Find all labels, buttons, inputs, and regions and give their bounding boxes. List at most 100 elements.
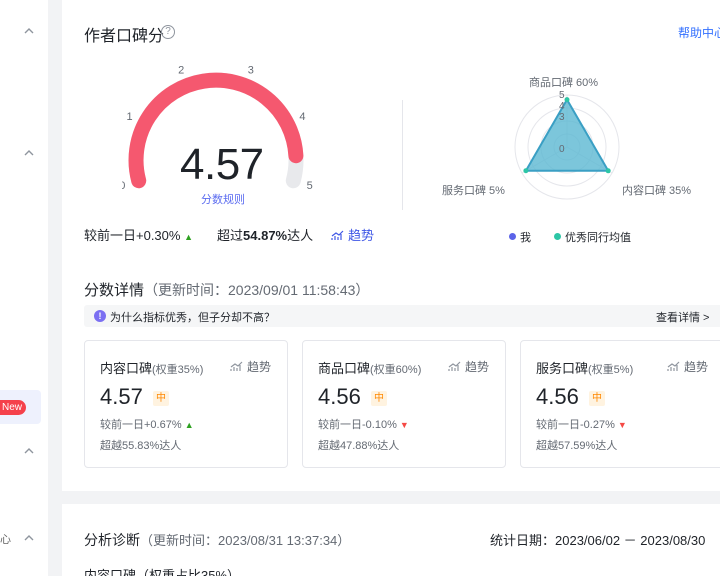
card-title: 服务口碑(权重5%)	[536, 358, 633, 377]
reputation-title: 作者口碑分	[84, 28, 165, 45]
notice-text: 为什么指标优秀，但子分却不高？	[110, 312, 275, 324]
details-title: 分数详情（更新时间：2023/09/01 11:58:43）	[84, 279, 369, 300]
radar-tick-label: 4	[559, 101, 565, 112]
card-change: 较前一日-0.10% ▼	[318, 416, 409, 432]
radar-point	[523, 168, 529, 174]
diagnosis-title: 分析诊断（更新时间：2023/08/31 13:37:34）	[84, 530, 350, 550]
card-trend-button[interactable]: 趋势	[448, 358, 489, 375]
card-title-text: 服务口碑	[536, 361, 589, 376]
card-content-reputation: 内容口碑(权重35%) 趋势 4.57 中 较前一日+0.67% ▲ 超越55.…	[84, 340, 288, 468]
card-service-reputation: 服务口碑(权重5%) 趋势 4.56 中 较前一日-0.27% ▼ 超越57.5…	[520, 340, 720, 468]
score-rules-link[interactable]: 分数规则	[201, 191, 245, 207]
radar-tick-label: 5	[559, 90, 565, 101]
radar-tick-label: 0	[559, 144, 565, 155]
radar-axis-label: 内容口碑 35%	[622, 185, 692, 197]
trend-icon	[230, 361, 243, 371]
arrow-down-icon: ▼	[399, 420, 409, 430]
radar-chart: 543 0	[514, 90, 620, 200]
card-trend-button[interactable]: 趋势	[667, 358, 708, 375]
radar-point	[564, 97, 570, 103]
daily-change-text: 较前一日+0.30%	[84, 228, 181, 243]
gauge-tick-label: 1	[127, 111, 133, 123]
card-title: 内容口碑(权重35%)	[100, 358, 203, 377]
new-badge: New	[0, 400, 27, 415]
diagnosis-panel: 分析诊断（更新时间：2023/08/31 13:37:34） 统计日期：2023…	[62, 504, 720, 576]
help-center-link[interactable]: 帮助中心	[678, 24, 720, 41]
legend-item-me[interactable]: 我	[509, 229, 531, 245]
legend-label: 我	[520, 232, 531, 244]
view-details-link[interactable]: 查看详情 >	[656, 309, 709, 325]
sidebar: New 心	[0, 0, 48, 576]
card-change-text: 较前一日-0.10%	[318, 419, 397, 431]
radar-series-me	[524, 97, 610, 172]
score-value: 4.57	[180, 140, 264, 189]
diagnosis-title-text: 分析诊断	[84, 532, 140, 548]
gauge-tick-label: 5	[307, 180, 313, 192]
notice-bar: ! 为什么指标优秀，但子分却不高？ 查看详情 >	[84, 305, 720, 327]
trend-icon	[667, 361, 680, 371]
stat-date-range[interactable]: 统计日期：2023/06/02 － 2023/08/30	[490, 530, 705, 549]
details-title-text: 分数详情	[84, 282, 145, 299]
card-weight: (权重60%)	[370, 364, 422, 376]
exceed-value: 54.87%	[243, 228, 288, 243]
arrow-down-icon: ▼	[617, 420, 627, 430]
card-change: 较前一日-0.27% ▼	[536, 416, 627, 432]
card-trend-button[interactable]: 趋势	[230, 358, 271, 375]
trend-label: 趋势	[464, 360, 489, 374]
chevron-up-icon[interactable]	[22, 531, 36, 545]
card-product-reputation: 商品口碑(权重60%) 趋势 4.56 中 较前一日-0.10% ▼ 超越47.…	[302, 340, 506, 468]
card-score: 4.57	[100, 384, 143, 409]
exceed-text: 超过54.87%达人	[217, 225, 313, 244]
card-title: 商品口碑(权重60%)	[318, 358, 421, 377]
card-exceed: 超越57.59%达人	[536, 440, 618, 452]
arrow-up-icon: ▲	[184, 232, 193, 242]
daily-change: 较前一日+0.30% ▲	[84, 225, 193, 244]
gauge-tick-label: 2	[178, 64, 184, 76]
arrow-up-icon: ▲	[184, 420, 194, 430]
info-icon: !	[94, 310, 106, 322]
level-badge: 中	[153, 391, 169, 406]
card-change: 较前一日+0.67% ▲	[100, 416, 194, 432]
radar-axis-label: 服务口碑 5%	[442, 185, 505, 197]
card-weight: (权重5%)	[588, 364, 634, 376]
diagnosis-row-label: 内容口碑（权重占比35%）	[84, 568, 241, 576]
reputation-panel: 作者口碑分 ? 帮助中心 012345 4.57 分数规则 较前一日+0.30%…	[62, 0, 720, 491]
card-change-text: 较前一日-0.27%	[536, 419, 615, 431]
card-exceed: 超越47.88%达人	[318, 440, 400, 452]
details-updated: （更新时间：2023/09/01 11:58:43）	[144, 282, 370, 298]
divider	[402, 100, 403, 210]
radar-axis-label: 商品口碑 60%	[529, 77, 599, 89]
trend-button[interactable]: 趋势	[331, 225, 374, 244]
card-title-text: 内容口碑	[100, 361, 153, 376]
trend-label: 趋势	[348, 228, 375, 243]
gauge-tick-label: 4	[299, 111, 305, 123]
card-change-text: 较前一日+0.67%	[100, 419, 182, 431]
radar-point	[605, 168, 611, 174]
radar-tick-label: 3	[559, 112, 565, 123]
trend-label: 趋势	[684, 360, 709, 374]
card-score: 4.56	[536, 384, 579, 409]
chevron-up-icon[interactable]	[22, 146, 36, 160]
level-badge: 中	[589, 391, 605, 406]
card-title-text: 商品口碑	[318, 361, 371, 376]
legend-label: 优秀同行均值	[565, 232, 631, 244]
dot-icon	[554, 233, 561, 240]
diagnosis-updated: （更新时间：2023/08/31 13:37:34）	[140, 533, 351, 548]
gauge-tick-label: 3	[248, 64, 254, 76]
exceed-prefix: 超过	[217, 228, 244, 243]
question-icon[interactable]: ?	[161, 25, 175, 39]
level-badge: 中	[371, 391, 387, 406]
card-weight: (权重35%)	[152, 364, 204, 376]
trend-icon	[331, 230, 344, 240]
card-exceed: 超越55.83%达人	[100, 440, 182, 452]
trend-icon	[448, 361, 461, 371]
dot-icon	[509, 233, 516, 240]
legend-item-peer[interactable]: 优秀同行均值	[554, 229, 631, 245]
gauge-tick-label: 0	[122, 180, 125, 192]
chevron-up-icon[interactable]	[22, 444, 36, 458]
exceed-suffix: 达人	[287, 228, 314, 243]
sidebar-item-label: 心	[0, 534, 11, 546]
trend-label: 趋势	[246, 360, 271, 374]
card-score: 4.56	[318, 384, 361, 409]
chevron-up-icon[interactable]	[22, 24, 36, 38]
